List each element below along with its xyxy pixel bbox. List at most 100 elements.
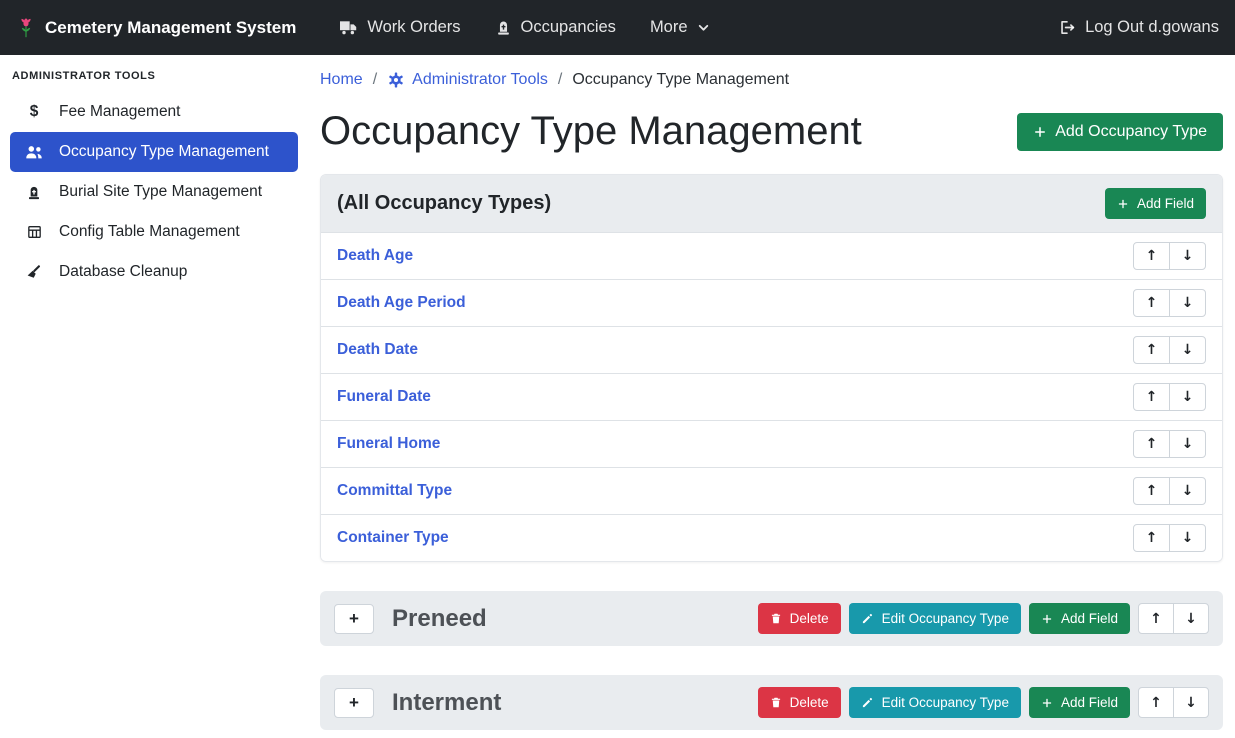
move-down-button[interactable]: ↓ — [1173, 687, 1209, 718]
field-row: Funeral Date ↑ ↓ — [321, 373, 1222, 420]
move-up-button[interactable]: ↑ — [1133, 430, 1170, 458]
breadcrumb-current: Occupancy Type Management — [572, 71, 789, 89]
reorder-button-group: ↑ ↓ — [1133, 383, 1206, 411]
field-link[interactable]: Container Type — [337, 529, 449, 547]
add-field-button[interactable]: Add Field — [1029, 687, 1130, 718]
nav-work-orders[interactable]: Work Orders — [339, 18, 460, 37]
field-link[interactable]: Death Age Period — [337, 294, 466, 312]
move-up-button[interactable]: ↑ — [1133, 289, 1170, 317]
delete-button[interactable]: Delete — [758, 687, 841, 718]
app-title: Cemetery Management System — [45, 18, 296, 38]
sidebar-section-header: ADMINISTRATOR TOOLS — [0, 61, 308, 92]
tombstone-icon — [495, 19, 512, 36]
pencil-icon — [861, 696, 874, 709]
expand-button[interactable]: + — [334, 604, 374, 634]
arrow-up-icon: ↑ — [1146, 437, 1158, 451]
logout-button[interactable]: Log Out d.gowans — [1058, 18, 1219, 37]
plus-icon — [1041, 613, 1053, 625]
reorder-button-group: ↑ ↓ — [1133, 477, 1206, 505]
sidebar-item-burial-site-type-management[interactable]: Burial Site Type Management — [10, 172, 298, 212]
move-up-button[interactable]: ↑ — [1133, 383, 1170, 411]
section-title: Preneed — [392, 605, 487, 633]
sidebar-item-fee-management[interactable]: $ Fee Management — [10, 92, 298, 132]
move-down-button[interactable]: ↓ — [1169, 289, 1206, 317]
delete-button[interactable]: Delete — [758, 603, 841, 634]
logout-label: Log Out d.gowans — [1085, 18, 1219, 37]
move-up-button[interactable]: ↑ — [1138, 687, 1174, 718]
section-actions: Delete Edit Occupancy Type Add Field ↑ ↓ — [758, 603, 1209, 634]
edit-occupancy-type-label: Edit Occupancy Type — [882, 611, 1009, 626]
nav-occupancies[interactable]: Occupancies — [495, 18, 616, 37]
delete-label: Delete — [790, 695, 829, 710]
edit-occupancy-type-label: Edit Occupancy Type — [882, 695, 1009, 710]
delete-label: Delete — [790, 611, 829, 626]
plus-icon — [1033, 125, 1047, 139]
gear-icon — [387, 71, 405, 89]
dollar-icon: $ — [22, 103, 46, 121]
reorder-button-group: ↑ ↓ — [1133, 289, 1206, 317]
section-title: Interment — [392, 689, 501, 717]
field-link[interactable]: Death Age — [337, 247, 413, 265]
plus-icon — [1041, 697, 1053, 709]
sidebar-item-config-table-management[interactable]: Config Table Management — [10, 212, 298, 252]
field-link[interactable]: Death Date — [337, 341, 418, 359]
breadcrumb-separator: / — [373, 71, 377, 89]
reorder-button-group: ↑ ↓ — [1138, 603, 1209, 634]
move-down-button[interactable]: ↓ — [1169, 336, 1206, 364]
add-field-label: Add Field — [1061, 695, 1118, 710]
page-header-row: Occupancy Type Management Add Occupancy … — [320, 109, 1223, 154]
field-row: Committal Type ↑ ↓ — [321, 467, 1222, 514]
move-down-button[interactable]: ↓ — [1169, 477, 1206, 505]
tombstone-icon — [22, 184, 46, 201]
field-row: Death Age ↑ ↓ — [321, 232, 1222, 279]
arrow-up-icon: ↑ — [1150, 696, 1162, 710]
tulip-logo-icon — [16, 17, 36, 39]
reorder-button-group: ↑ ↓ — [1138, 687, 1209, 718]
reorder-button-group: ↑ ↓ — [1133, 430, 1206, 458]
arrow-up-icon: ↑ — [1146, 343, 1158, 357]
move-up-button[interactable]: ↑ — [1133, 336, 1170, 364]
field-row: Container Type ↑ ↓ — [321, 514, 1222, 561]
breadcrumb-separator: / — [558, 71, 562, 89]
move-down-button[interactable]: ↓ — [1169, 383, 1206, 411]
add-occupancy-type-button[interactable]: Add Occupancy Type — [1017, 113, 1223, 151]
breadcrumb-admin-tools-label: Administrator Tools — [412, 71, 548, 89]
edit-occupancy-type-button[interactable]: Edit Occupancy Type — [849, 687, 1021, 718]
arrow-up-icon: ↑ — [1146, 296, 1158, 310]
field-link[interactable]: Funeral Date — [337, 388, 431, 406]
table-icon — [22, 224, 46, 240]
breadcrumb-admin-tools-link[interactable]: Administrator Tools — [387, 71, 548, 89]
reorder-button-group: ↑ ↓ — [1133, 336, 1206, 364]
arrow-up-icon: ↑ — [1146, 531, 1158, 545]
move-down-button[interactable]: ↓ — [1169, 430, 1206, 458]
move-down-button[interactable]: ↓ — [1169, 524, 1206, 552]
move-down-button[interactable]: ↓ — [1169, 242, 1206, 270]
sidebar-item-label: Burial Site Type Management — [59, 183, 262, 201]
sidebar-item-label: Fee Management — [59, 103, 181, 121]
add-field-button[interactable]: Add Field — [1105, 188, 1206, 219]
move-up-button[interactable]: ↑ — [1133, 242, 1170, 270]
reorder-button-group: ↑ ↓ — [1133, 524, 1206, 552]
field-link[interactable]: Funeral Home — [337, 435, 440, 453]
move-up-button[interactable]: ↑ — [1133, 477, 1170, 505]
field-link[interactable]: Committal Type — [337, 482, 452, 500]
arrow-down-icon: ↓ — [1182, 531, 1194, 545]
sidebar-item-database-cleanup[interactable]: Database Cleanup — [10, 252, 298, 292]
app-brand[interactable]: Cemetery Management System — [16, 17, 296, 39]
add-field-button[interactable]: Add Field — [1029, 603, 1130, 634]
move-down-button[interactable]: ↓ — [1173, 603, 1209, 634]
occupancy-type-section-preneed: + Preneed Delete Edit Occupancy Type Add… — [320, 591, 1223, 646]
nav-more[interactable]: More — [650, 18, 710, 37]
field-row: Death Date ↑ ↓ — [321, 326, 1222, 373]
move-up-button[interactable]: ↑ — [1138, 603, 1174, 634]
edit-occupancy-type-button[interactable]: Edit Occupancy Type — [849, 603, 1021, 634]
move-up-button[interactable]: ↑ — [1133, 524, 1170, 552]
arrow-up-icon: ↑ — [1146, 390, 1158, 404]
arrow-down-icon: ↓ — [1182, 437, 1194, 451]
add-field-label: Add Field — [1137, 196, 1194, 211]
arrow-down-icon: ↓ — [1182, 484, 1194, 498]
breadcrumb-home-link[interactable]: Home — [320, 71, 363, 89]
expand-button[interactable]: + — [334, 688, 374, 718]
chevron-down-icon — [697, 21, 710, 34]
sidebar-item-occupancy-type-management[interactable]: Occupancy Type Management — [10, 132, 298, 172]
